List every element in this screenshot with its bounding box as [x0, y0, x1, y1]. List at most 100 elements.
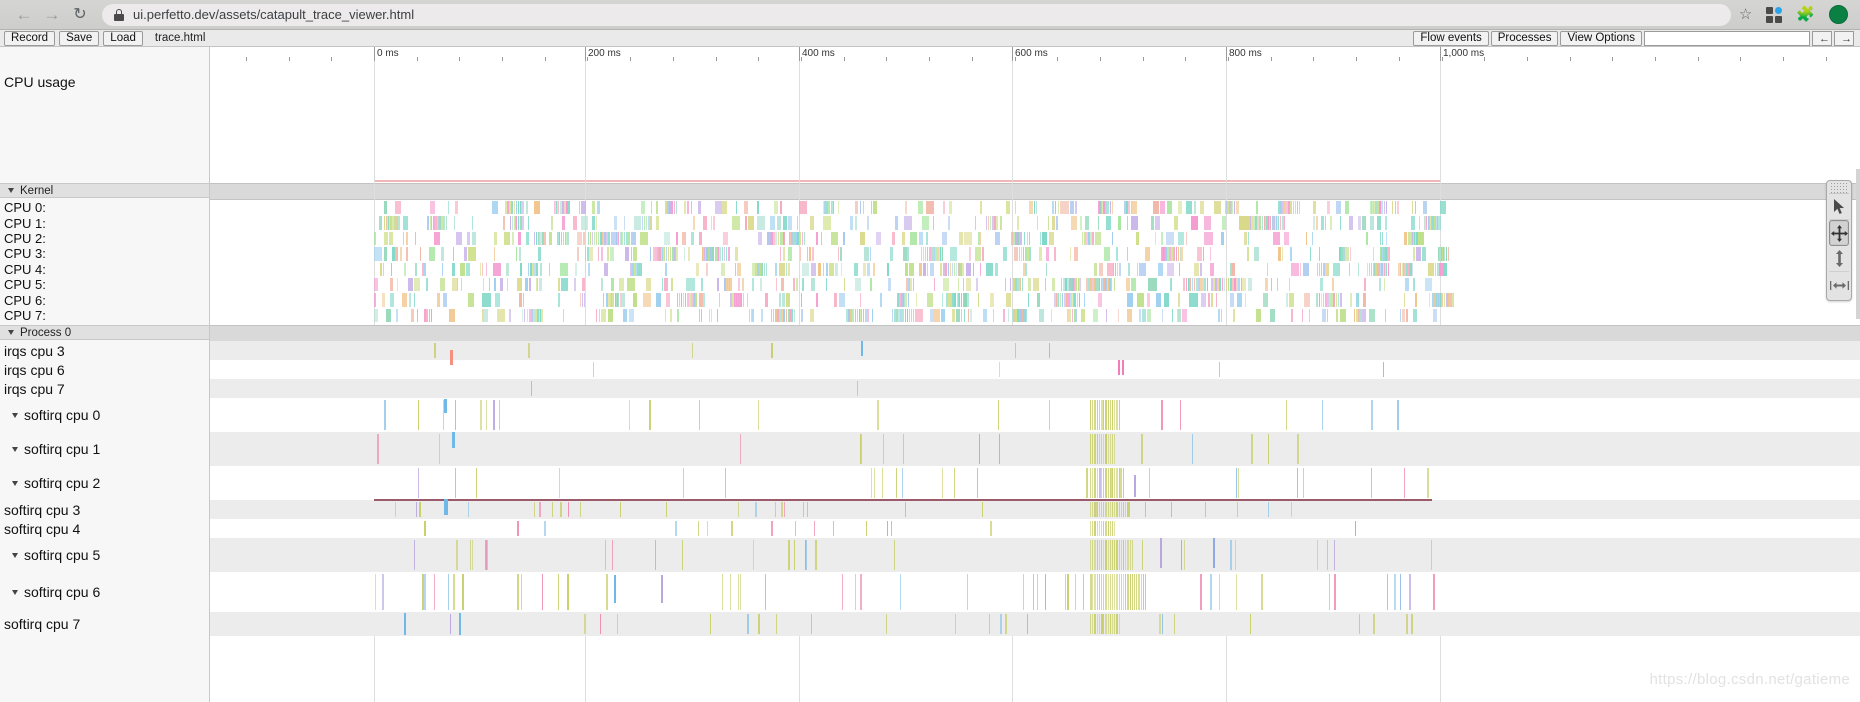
sched-slice [1105, 308, 1108, 323]
track-label-softirq-cpu-7[interactable]: softirq cpu 7 [0, 612, 209, 636]
track-label-cpu-5[interactable]: CPU 5: [0, 277, 209, 292]
softirq-long-slice [374, 499, 1432, 501]
track-label-cpu-2[interactable]: CPU 2: [0, 231, 209, 246]
sched-slice [426, 278, 429, 292]
cursor-arrow-icon[interactable] [1829, 194, 1849, 220]
irq-slice [860, 574, 862, 610]
sched-slice [517, 278, 522, 292]
track-label-irqs-cpu-6[interactable]: irqs cpu 6 [0, 360, 209, 379]
star-icon[interactable]: ☆ [1739, 7, 1752, 22]
chevron-down-icon[interactable] [12, 412, 18, 418]
drag-handle-icon[interactable] [1829, 183, 1849, 194]
track-label-cpu-1[interactable]: CPU 1: [0, 215, 209, 231]
sched-slice [1126, 308, 1133, 323]
sched-slice [778, 262, 785, 276]
chevron-down-icon[interactable] [8, 188, 14, 193]
chevron-down-icon[interactable] [12, 480, 18, 486]
vertical-resize-icon[interactable] [1829, 246, 1849, 272]
irq-slice [1101, 502, 1103, 517]
sched-slice [1335, 293, 1338, 307]
track-label-cpu-6[interactable]: CPU 6: [0, 292, 209, 308]
sched-slice [1006, 201, 1010, 215]
sched-slice [1095, 231, 1101, 246]
flow-events-button[interactable]: Flow events [1413, 30, 1489, 46]
group-header-process-0[interactable]: Process 0 [0, 325, 209, 340]
irq-slice [1092, 540, 1094, 570]
track-label-softirq-cpu-6[interactable]: softirq cpu 6 [0, 572, 209, 612]
sched-slice [1362, 216, 1366, 230]
track-label-softirq-cpu-0[interactable]: softirq cpu 0 [0, 398, 209, 432]
vertical-scrollbar-thumb[interactable] [1856, 169, 1860, 319]
extensions-grid-icon[interactable] [1766, 6, 1783, 23]
sched-slice [757, 201, 760, 215]
chevron-down-icon[interactable] [12, 589, 18, 595]
track-label-cpu-3[interactable]: CPU 3: [0, 246, 209, 261]
search-prev-button[interactable]: ← [1812, 30, 1832, 46]
track-label-cpu-7[interactable]: CPU 7: [0, 308, 209, 323]
horizontal-resize-icon[interactable] [1829, 272, 1849, 298]
sched-slice [1178, 308, 1182, 323]
irq-slice [895, 468, 897, 498]
track-row-background [210, 466, 1860, 500]
processes-button[interactable]: Processes [1490, 30, 1559, 46]
irq-slice [456, 540, 458, 570]
sched-slice [977, 293, 979, 307]
irq-slice [1112, 540, 1114, 570]
track-label-cpu-0[interactable]: CPU 0: [0, 200, 209, 215]
irq-slice [1116, 502, 1118, 517]
sched-slice [1111, 201, 1114, 215]
sched-slice [1428, 293, 1431, 307]
track-label-softirq-cpu-4[interactable]: softirq cpu 4 [0, 519, 209, 538]
back-arrow-icon[interactable]: ← [10, 2, 38, 28]
load-button[interactable]: Load [103, 30, 143, 46]
pan-move-icon[interactable] [1829, 220, 1849, 246]
irq-slice [1383, 362, 1385, 377]
track-label-softirq-cpu-2[interactable]: softirq cpu 2 [0, 466, 209, 500]
irq-slice [856, 381, 859, 396]
irq-slice [1204, 502, 1207, 517]
sched-slice [823, 216, 831, 230]
save-button[interactable]: Save [59, 30, 100, 46]
irq-slice [1101, 434, 1103, 464]
track-label-softirq-cpu-3[interactable]: softirq cpu 3 [0, 500, 209, 519]
forward-arrow-icon[interactable]: → [38, 2, 66, 28]
track-label-cpu-4[interactable]: CPU 4: [0, 262, 209, 277]
sched-slice [1412, 308, 1417, 323]
sched-slice [1379, 278, 1382, 292]
sched-slice [811, 278, 815, 292]
reload-icon[interactable]: ↻ [66, 2, 94, 28]
search-next-button[interactable]: → [1834, 30, 1854, 46]
sched-slice [460, 262, 466, 276]
avatar[interactable] [1829, 5, 1848, 24]
irq-slice [498, 400, 501, 430]
sched-slice [860, 293, 862, 307]
search-input[interactable] [1644, 30, 1810, 46]
sched-slice [1178, 231, 1185, 246]
sched-slice [551, 216, 553, 230]
sched-slice [860, 201, 862, 215]
view-options-button[interactable]: View Options [1560, 30, 1642, 46]
track-label-softirq-cpu-5[interactable]: softirq cpu 5 [0, 538, 209, 572]
sched-slice [1240, 278, 1243, 292]
chevron-down-icon[interactable] [8, 330, 14, 335]
puzzle-extension-icon[interactable]: 🧩 [1796, 7, 1815, 22]
track-label-irqs-cpu-7[interactable]: irqs cpu 7 [0, 379, 209, 398]
group-header-kernel[interactable]: Kernel [0, 183, 209, 198]
chevron-down-icon[interactable] [12, 552, 18, 558]
ruler-tick-label: 1,000 ms [1443, 48, 1485, 59]
kernel-group-band [210, 183, 1860, 200]
sched-slice [1237, 293, 1242, 307]
sched-slice [1146, 293, 1151, 307]
track-label-irqs-cpu-3[interactable]: irqs cpu 3 [0, 341, 209, 360]
record-button[interactable]: Record [4, 30, 56, 46]
chevron-down-icon[interactable] [12, 446, 18, 452]
irq-slice [1094, 574, 1096, 610]
sched-slice [1057, 201, 1060, 215]
sched-slice [1145, 247, 1151, 261]
track-label-softirq-cpu-1[interactable]: softirq cpu 1 [0, 432, 209, 466]
time-ruler[interactable]: 0 ms 200 ms 400 ms 600 ms 800 ms 1,000 ms [210, 47, 1860, 62]
track-canvas[interactable] [210, 61, 1860, 702]
sched-slice [1358, 293, 1360, 307]
address-bar[interactable]: ui.perfetto.dev/assets/catapult_trace_vi… [102, 3, 1731, 26]
sched-slice [1079, 278, 1082, 292]
